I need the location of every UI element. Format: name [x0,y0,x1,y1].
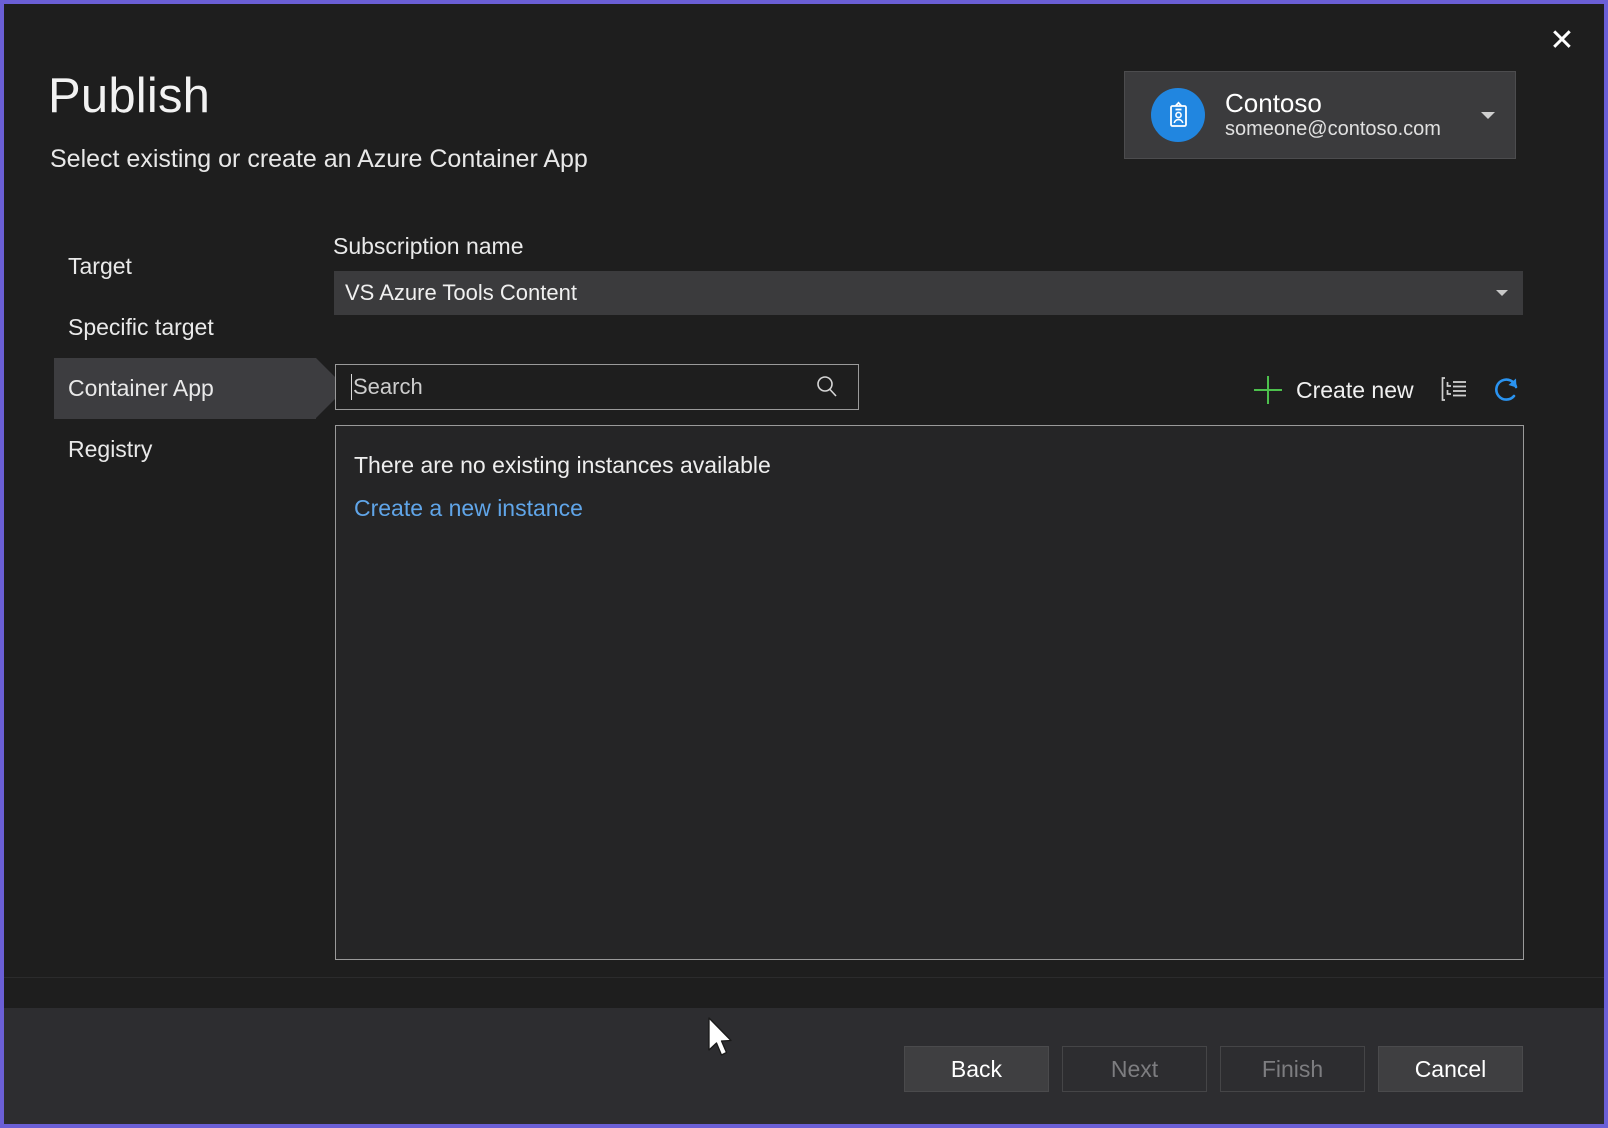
chevron-down-icon[interactable] [1496,290,1508,296]
sidebar-item-container-app[interactable]: Container App [54,358,316,419]
account-email: someone@contoso.com [1225,118,1441,140]
plus-icon [1254,376,1282,404]
text-cursor [351,374,352,400]
empty-state-message: There are no existing instances availabl… [354,452,771,479]
sidebar-item-target[interactable]: Target [54,236,316,297]
instances-list-panel: There are no existing instances availabl… [335,425,1524,960]
finish-button: Finish [1220,1046,1365,1092]
magnifier-icon[interactable] [814,374,840,400]
back-button[interactable]: Back [904,1046,1049,1092]
wizard-steps-sidebar: Target Specific target Container App Reg… [54,236,316,480]
sidebar-item-label: Target [68,253,132,280]
next-button: Next [1062,1046,1207,1092]
create-new-label: Create new [1296,377,1414,404]
account-text: Contoso someone@contoso.com [1225,89,1441,141]
create-new-instance-link[interactable]: Create a new instance [354,495,583,522]
account-name: Contoso [1225,89,1441,118]
page-title: Publish [48,68,210,124]
subscription-name-label: Subscription name [333,233,524,260]
tree-list-view-icon[interactable] [1438,372,1472,406]
subscription-dropdown[interactable]: VS Azure Tools Content [334,271,1523,315]
sidebar-item-label: Registry [68,436,152,463]
search-input[interactable] [353,374,814,400]
sidebar-item-specific-target[interactable]: Specific target [54,297,316,358]
account-selector[interactable]: Contoso someone@contoso.com [1124,71,1516,159]
create-new-button[interactable]: Create new [1254,370,1414,410]
sidebar-item-registry[interactable]: Registry [54,419,316,480]
search-box[interactable] [335,364,859,410]
chevron-down-icon[interactable] [1481,112,1495,119]
footer-divider [4,977,1604,978]
id-badge-icon [1151,88,1205,142]
refresh-icon[interactable] [1488,370,1526,408]
subscription-selected-value: VS Azure Tools Content [345,280,577,306]
close-icon[interactable]: ✕ [1534,16,1590,66]
publish-dialog-window: ✕ Publish Select existing or create an A… [0,0,1608,1128]
dialog-footer: Back Next Finish Cancel [4,1008,1604,1124]
sidebar-item-label: Specific target [68,314,214,341]
sidebar-item-label: Container App [68,375,214,402]
page-subtitle: Select existing or create an Azure Conta… [50,145,588,174]
cancel-button[interactable]: Cancel [1378,1046,1523,1092]
